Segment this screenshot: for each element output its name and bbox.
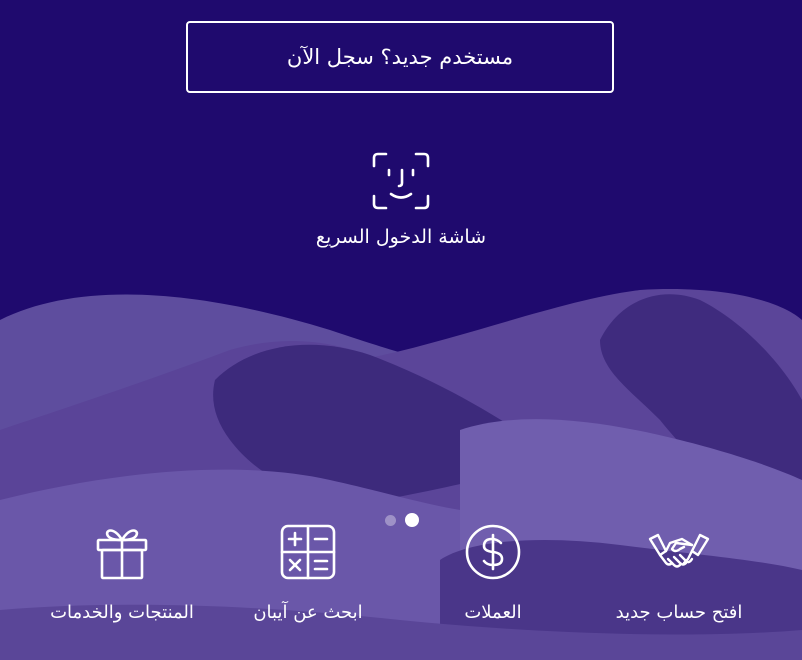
shortcut-products-services[interactable]: المنتجات والخدمات: [27, 520, 217, 630]
shortcut-label: المنتجات والخدمات: [50, 602, 194, 623]
quick-login[interactable]: شاشة الدخول السريع: [280, 150, 522, 262]
calculator-icon: [276, 520, 340, 584]
shortcut-label: العملات: [464, 602, 522, 623]
shortcut-find-iban[interactable]: ابحث عن آيبان: [213, 520, 403, 630]
shortcut-label: ابحث عن آيبان: [253, 602, 363, 623]
login-screen: مستخدم جديد؟ سجل الآن شاشة الدخول السريع: [0, 0, 802, 660]
shortcut-label: افتح حساب جديد: [615, 602, 743, 623]
handshake-icon: [647, 520, 711, 584]
quick-login-label: شاشة الدخول السريع: [315, 226, 487, 248]
shortcut-currencies[interactable]: العملات: [398, 520, 588, 630]
shortcut-open-account[interactable]: افتح حساب جديد: [584, 520, 774, 630]
face-id-icon: [372, 152, 430, 210]
register-button[interactable]: مستخدم جديد؟ سجل الآن: [186, 21, 614, 93]
dollar-icon: [461, 520, 525, 584]
register-button-label: مستخدم جديد؟ سجل الآن: [286, 45, 514, 69]
gift-icon: [90, 520, 154, 584]
